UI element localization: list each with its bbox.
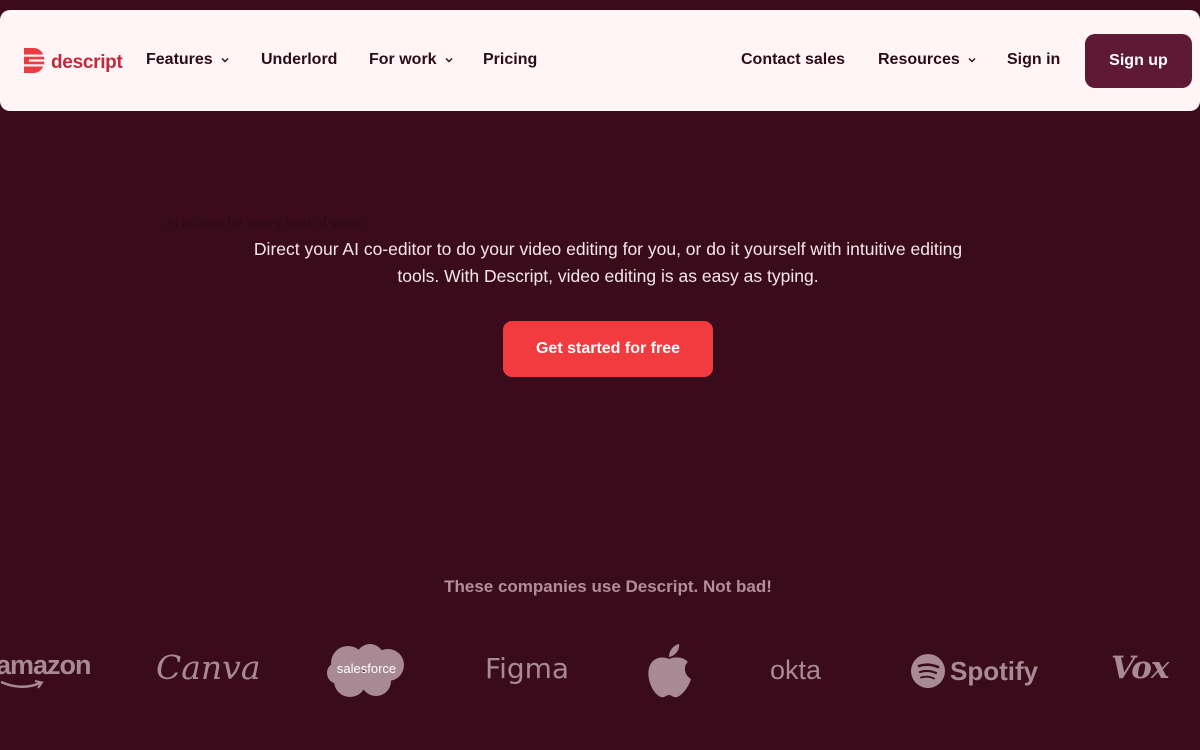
nav-underlord-label: Underlord [261, 51, 338, 68]
figma-logo: Figma [485, 652, 569, 685]
get-started-label: Get started for free [535, 340, 681, 357]
brand-logo[interactable]: descript [24, 48, 123, 78]
apple-logo [646, 644, 692, 703]
nav-for-work[interactable]: For work [369, 51, 454, 69]
canva-logo: Canva [156, 648, 261, 687]
vox-logo-text: Vox [1111, 650, 1169, 686]
spotify-logo-text: Spotify [950, 655, 1039, 686]
sign-up-button[interactable]: Sign up [1085, 34, 1192, 88]
salesforce-logo-text: salesforce [336, 661, 397, 676]
canva-logo-text: Canva [156, 648, 261, 687]
spotify-logo-icon [911, 654, 945, 688]
nav-features-label: Features [146, 51, 213, 68]
top-navigation: descript Features Underlord For work Pri… [0, 10, 1200, 111]
hero-faint-headline: AI editing for every kind of video [165, 214, 365, 230]
descript-logo-icon [24, 48, 45, 78]
chevron-down-icon [221, 58, 229, 63]
nav-sign-in[interactable]: Sign in [1007, 51, 1060, 69]
nav-resources[interactable]: Resources [878, 51, 977, 69]
hero-description: Direct your AI co-editor to do your vide… [253, 239, 963, 286]
figma-logo-text: Figma [485, 652, 570, 685]
apple-logo-icon [648, 644, 691, 698]
nav-features[interactable]: Features [146, 51, 230, 69]
companies-heading: These companies use Descript. Not bad! [444, 577, 772, 596]
nav-for-work-label: For work [369, 51, 437, 68]
amazon-logo: amazon [0, 650, 92, 689]
nav-resources-label: Resources [878, 51, 960, 68]
vox-logo: Vox [1111, 650, 1169, 686]
nav-contact-sales[interactable]: Contact sales [741, 51, 845, 69]
amazon-logo-text: amazon [0, 650, 92, 680]
nav-pricing-label: Pricing [483, 51, 538, 68]
get-started-button[interactable]: Get started for free [503, 321, 713, 377]
chevron-down-icon [445, 58, 453, 63]
chevron-down-icon [968, 58, 976, 63]
spotify-logo: Spotify [911, 654, 1038, 688]
sign-up-label: Sign up [1109, 52, 1168, 69]
brand-wordmark: descript [51, 52, 123, 73]
nav-sign-in-label: Sign in [1007, 51, 1061, 68]
okta-logo: okta [770, 655, 821, 686]
amazon-smile-icon [0, 680, 44, 689]
nav-contact-sales-label: Contact sales [741, 51, 846, 68]
salesforce-logo: salesforce [326, 643, 407, 699]
okta-logo-text: okta [770, 655, 822, 685]
nav-underlord[interactable]: Underlord [261, 51, 337, 69]
nav-pricing[interactable]: Pricing [483, 51, 537, 69]
